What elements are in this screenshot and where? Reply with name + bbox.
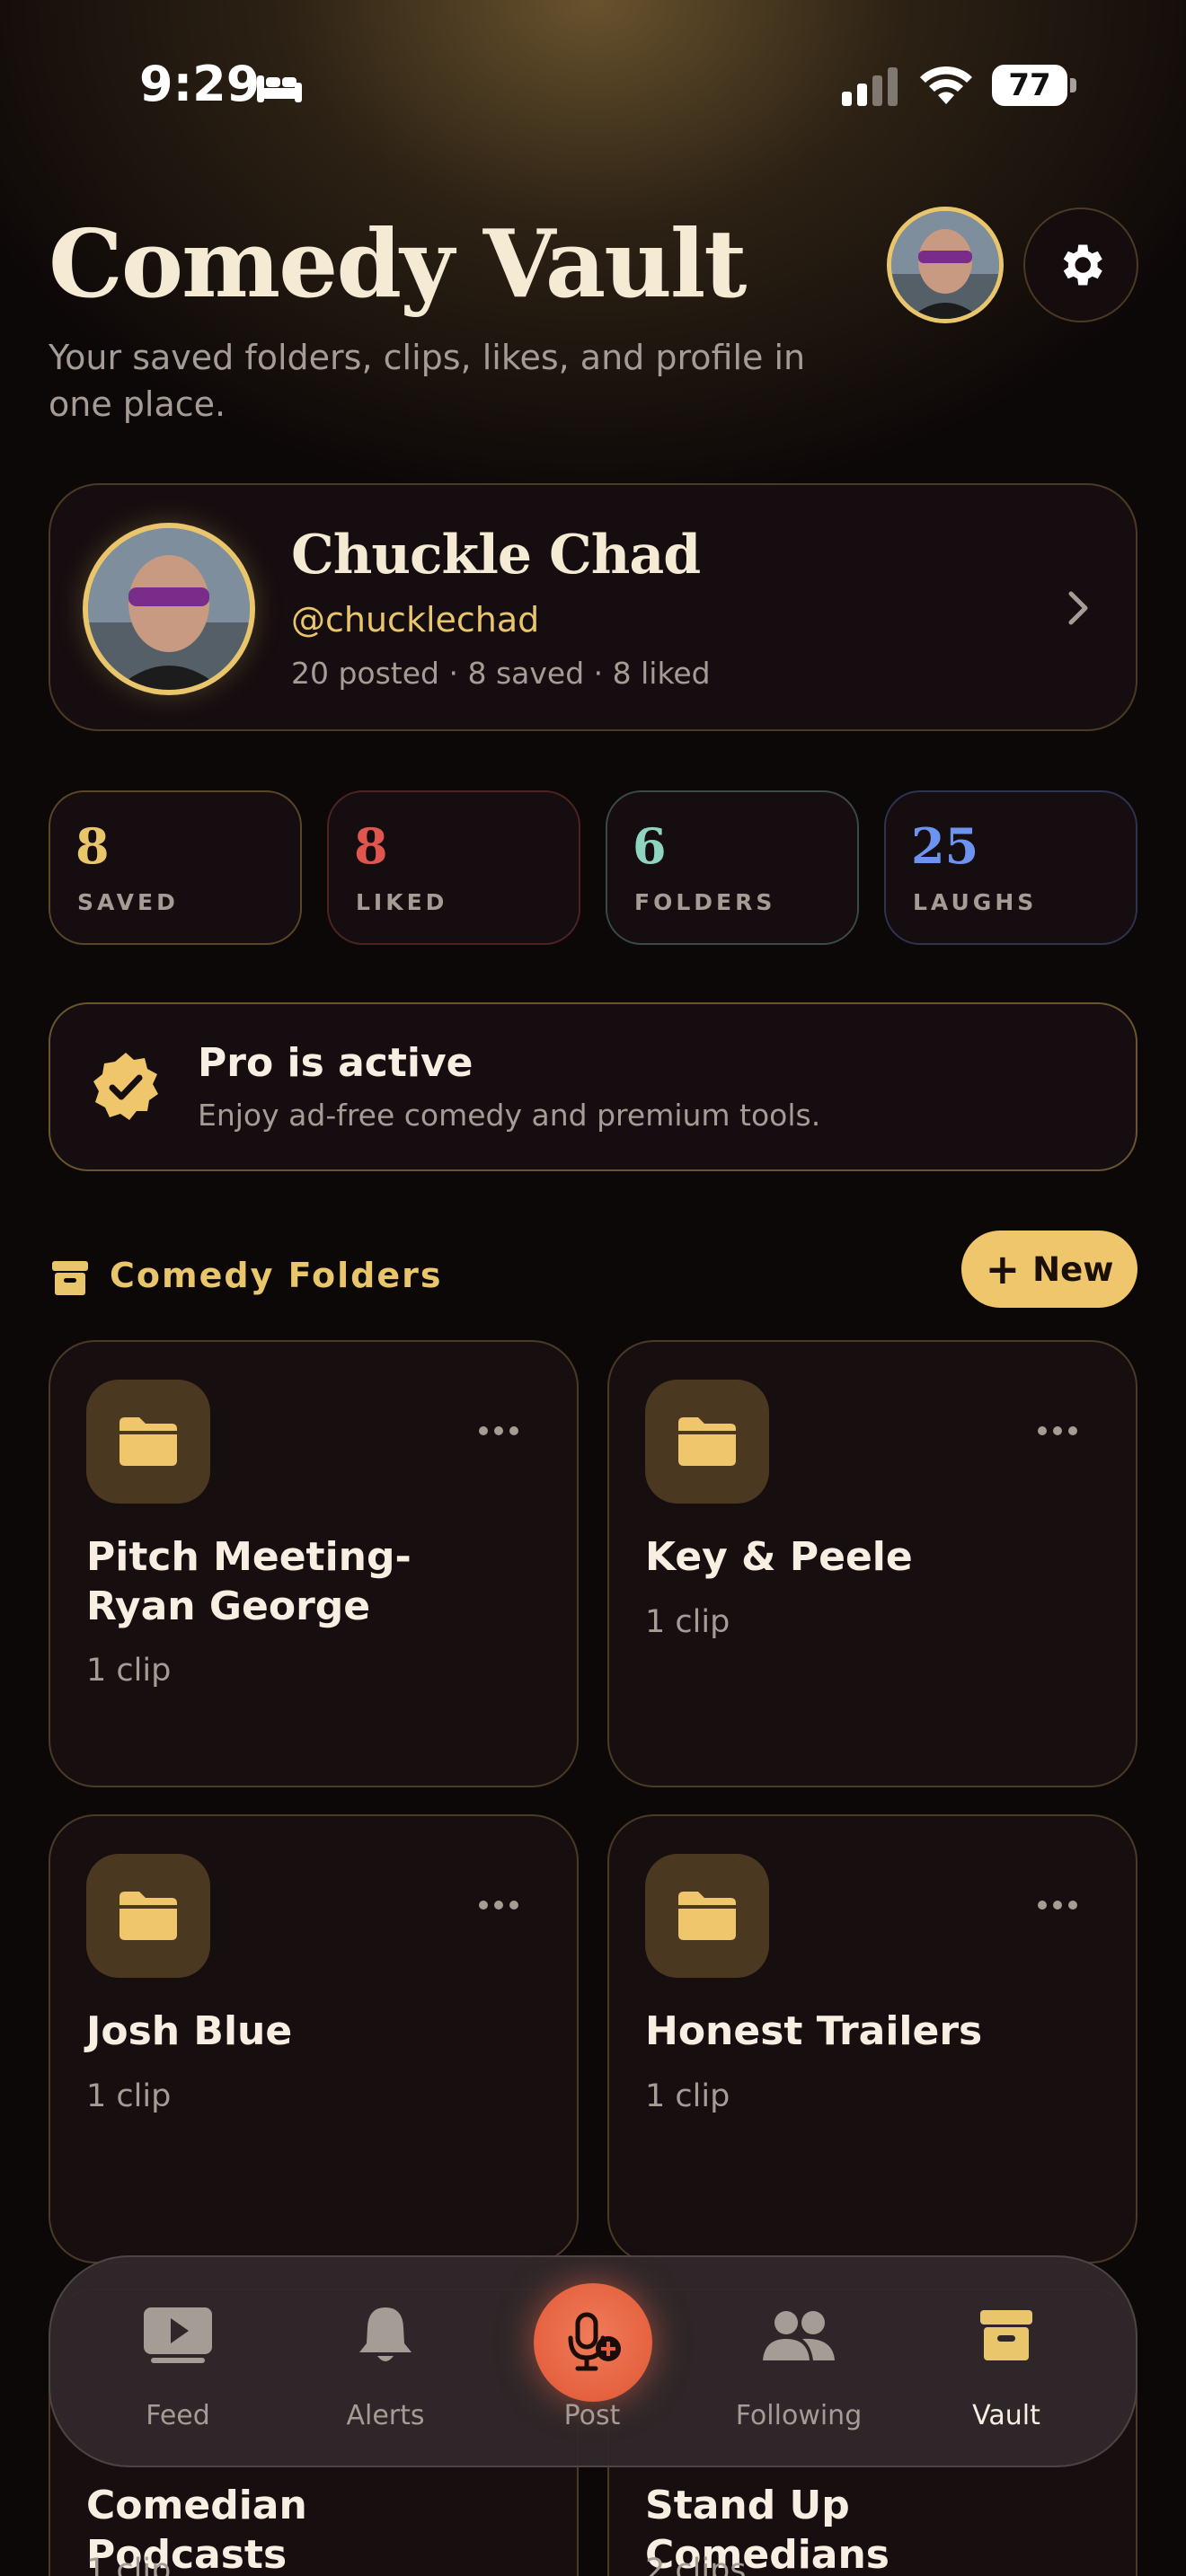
folder-icon <box>86 1380 210 1504</box>
page-title: Comedy Vault <box>49 208 747 319</box>
new-folder-label: New <box>1032 1249 1114 1289</box>
tab-label: Post <box>563 2400 621 2431</box>
folder-count: 1 clip <box>86 2078 172 2114</box>
verified-badge-icon <box>90 1051 162 1126</box>
folder-count: 2 clips <box>645 2553 747 2576</box>
more-icon[interactable] <box>1037 1423 1078 1440</box>
archive-icon <box>916 2299 1096 2371</box>
gear-icon <box>1063 244 1102 286</box>
stat-value: 6 <box>633 817 667 875</box>
tab-label: Feed <box>146 2400 210 2431</box>
section-title: Comedy Folders <box>110 1256 443 1295</box>
folder-card[interactable]: Key & Peele 1 clip <box>607 1340 1137 1787</box>
plus-icon: + <box>985 1245 1021 1293</box>
tab-alerts[interactable]: Alerts <box>296 2299 475 2434</box>
chevron-right-icon <box>1066 588 1093 631</box>
folder-name: Key & Peele <box>645 1534 913 1580</box>
play-icon <box>88 2299 268 2371</box>
avatar[interactable] <box>887 207 1004 323</box>
stat-liked[interactable]: 8 LIKED <box>327 790 580 945</box>
tab-following[interactable]: Following <box>709 2299 889 2434</box>
folder-card[interactable]: Josh Blue 1 clip <box>49 1814 579 2263</box>
pro-banner[interactable] <box>49 1002 1137 1171</box>
folder-icon <box>645 1854 769 1978</box>
folder-icon <box>86 1854 210 1978</box>
more-icon[interactable] <box>1037 1897 1078 1914</box>
pro-subtitle: Enjoy ad-free comedy and premium tools. <box>198 1098 821 1133</box>
stat-label: LAUGHS <box>913 889 1038 915</box>
bell-icon <box>296 2299 475 2371</box>
settings-button[interactable] <box>1023 207 1138 322</box>
stat-label: SAVED <box>77 889 179 915</box>
pro-title: Pro is active <box>198 1040 474 1086</box>
profile-stats: 20 posted · 8 saved · 8 liked <box>291 656 711 691</box>
folder-card[interactable]: Pitch Meeting-Ryan George 1 clip <box>49 1340 579 1787</box>
people-icon <box>709 2299 889 2371</box>
battery-icon: 77 <box>992 65 1076 106</box>
stat-value: 25 <box>911 817 979 875</box>
tab-label: Alerts <box>346 2400 425 2431</box>
archive-icon <box>50 1259 90 1301</box>
folder-count: 1 clip <box>86 1653 172 1689</box>
more-icon[interactable] <box>478 1423 519 1440</box>
tab-post[interactable]: Post <box>502 2299 682 2434</box>
stat-saved[interactable]: 8 SAVED <box>49 790 302 945</box>
tab-feed[interactable]: Feed <box>88 2299 268 2434</box>
tab-label: Vault <box>972 2400 1040 2431</box>
more-icon[interactable] <box>478 1897 519 1914</box>
cellular-signal-icon <box>840 66 901 110</box>
page-subtitle: Your saved folders, clips, likes, and pr… <box>49 338 806 424</box>
profile-avatar <box>83 523 255 695</box>
folder-icon <box>645 1380 769 1504</box>
stat-laughs[interactable]: 25 LAUGHS <box>884 790 1137 945</box>
bed-icon <box>253 66 305 108</box>
profile-name: Chuckle Chad <box>291 524 701 587</box>
tab-vault[interactable]: Vault <box>916 2299 1096 2434</box>
folder-count: 1 clip <box>645 2078 730 2114</box>
folder-name: Pitch Meeting-Ryan George <box>86 1534 412 1629</box>
status-time: 9:29 <box>139 56 261 112</box>
folder-name: Honest Trailers <box>645 2008 983 2054</box>
stat-label: LIKED <box>356 889 448 915</box>
stat-value: 8 <box>75 817 110 875</box>
folder-count: 1 clip <box>86 2553 172 2576</box>
stat-label: FOLDERS <box>634 889 776 915</box>
profile-handle: @chucklechad <box>291 600 540 640</box>
stat-folders[interactable]: 6 FOLDERS <box>606 790 859 945</box>
tab-label: Following <box>735 2400 863 2431</box>
battery-level: 77 <box>1008 67 1051 103</box>
folder-count: 1 clip <box>645 1604 730 1640</box>
folder-name: Josh Blue <box>86 2008 293 2054</box>
folder-card[interactable]: Honest Trailers 1 clip <box>607 1814 1137 2263</box>
wifi-icon <box>918 63 974 110</box>
new-folder-button[interactable]: + New <box>961 1231 1137 1308</box>
stat-value: 8 <box>354 817 388 875</box>
